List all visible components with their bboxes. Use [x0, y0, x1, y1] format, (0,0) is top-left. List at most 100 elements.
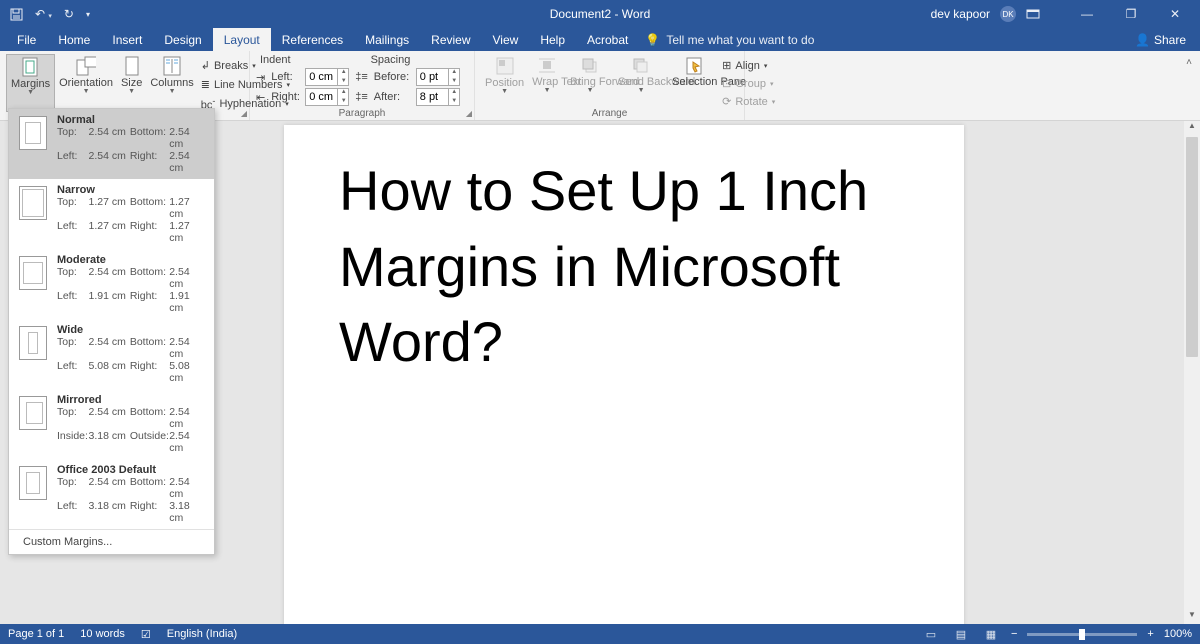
chevron-down-icon: ▼ — [27, 89, 34, 96]
tab-references[interactable]: References — [271, 28, 354, 51]
page-setup-launcher-icon[interactable]: ◢ — [241, 109, 247, 118]
margins-option-normal[interactable]: NormalTop:2.54 cmBottom:2.54 cmLeft:2.54… — [9, 109, 214, 179]
margins-dropdown: NormalTop:2.54 cmBottom:2.54 cmLeft:2.54… — [8, 108, 215, 555]
margin-preset-name: Normal — [57, 114, 206, 126]
close-icon[interactable]: ✕ — [1158, 7, 1192, 21]
tab-layout[interactable]: Layout — [213, 28, 271, 51]
custom-margins-button[interactable]: Custom Margins... — [9, 529, 214, 554]
align-button[interactable]: ⊞Align ▾ — [722, 57, 775, 74]
tab-mailings[interactable]: Mailings — [354, 28, 420, 51]
margins-option-moderate[interactable]: ModerateTop:2.54 cmBottom:2.54 cmLeft:1.… — [9, 249, 214, 319]
read-mode-icon[interactable]: ▭ — [921, 627, 941, 641]
scroll-up-icon[interactable]: ▲ — [1184, 121, 1200, 135]
wrap-icon — [537, 56, 557, 76]
minimize-icon[interactable]: — — [1070, 7, 1104, 21]
tab-review[interactable]: Review — [420, 28, 481, 51]
chevron-down-icon: ▼ — [83, 88, 90, 95]
tab-design[interactable]: Design — [153, 28, 212, 51]
bring-forward-button: Bring Forward▼ — [566, 54, 614, 110]
share-label: Share — [1154, 33, 1186, 47]
tab-help[interactable]: Help — [529, 28, 576, 51]
chevron-down-icon: ▼ — [128, 88, 135, 95]
word-count[interactable]: 10 words — [80, 628, 125, 640]
document-title: Document2 - Word — [550, 7, 650, 21]
tab-insert[interactable]: Insert — [101, 28, 153, 51]
maximize-icon[interactable]: ❐ — [1114, 7, 1148, 21]
align-label: Align — [735, 60, 759, 72]
ribbon-options-icon[interactable] — [1026, 9, 1060, 19]
web-layout-icon[interactable]: ▦ — [981, 627, 1001, 641]
margins-option-office-2003-default[interactable]: Office 2003 DefaultTop:2.54 cmBottom:2.5… — [9, 459, 214, 529]
columns-button[interactable]: Columns ▼ — [146, 54, 197, 112]
breaks-icon: ↲ — [201, 59, 210, 72]
wrap-text-button: Wrap Text▼ — [528, 54, 566, 110]
rotate-label: Rotate — [735, 96, 767, 108]
chevron-down-icon: ▼ — [169, 88, 176, 95]
zoom-in-icon[interactable]: + — [1147, 628, 1153, 640]
tab-acrobat[interactable]: Acrobat — [576, 28, 639, 51]
spell-check-icon[interactable]: ☑ — [141, 628, 151, 641]
margin-preset-name: Moderate — [57, 254, 206, 266]
indent-right-label: Right: — [271, 91, 299, 103]
share-icon: 👤 — [1135, 33, 1150, 47]
chevron-down-icon: ▾ — [764, 62, 768, 70]
qat-customize-icon[interactable]: ▾ — [86, 10, 90, 19]
chevron-down-icon: ▾ — [772, 98, 776, 106]
margins-button[interactable]: Margins ▼ — [6, 54, 55, 112]
margin-preset-name: Wide — [57, 324, 206, 336]
redo-icon[interactable]: ↻ — [64, 7, 74, 21]
tell-me-label: Tell me what you want to do — [666, 33, 814, 47]
page-indicator[interactable]: Page 1 of 1 — [8, 628, 64, 640]
orientation-button[interactable]: Orientation ▼ — [55, 54, 117, 112]
margin-preset-icon — [19, 186, 47, 220]
group-label-arrange: Arrange — [475, 108, 744, 119]
margin-preset-name: Mirrored — [57, 394, 206, 406]
chevron-down-icon: ▾ — [770, 80, 774, 88]
title-bar: ↶ ▾ ↻ ▾ Document2 - Word dev kapoor DK —… — [0, 0, 1200, 28]
user-name[interactable]: dev kapoor — [931, 7, 990, 21]
scrollbar-thumb[interactable] — [1186, 137, 1198, 357]
scroll-down-icon[interactable]: ▼ — [1184, 610, 1200, 624]
tab-file[interactable]: File — [6, 28, 47, 51]
indent-right-icon: ⇤ — [256, 91, 265, 104]
group-btn-label: Group — [735, 78, 766, 90]
bring-forward-icon — [580, 56, 600, 76]
spinner-icon[interactable]: ▲▼ — [337, 88, 349, 106]
indent-header: Indent — [260, 54, 291, 66]
spacing-before-icon: ‡≡ — [355, 71, 368, 83]
paragraph-launcher-icon[interactable]: ◢ — [466, 109, 472, 118]
share-button[interactable]: 👤 Share — [1121, 28, 1200, 51]
margins-option-narrow[interactable]: NarrowTop:1.27 cmBottom:1.27 cmLeft:1.27… — [9, 179, 214, 249]
orientation-icon — [76, 56, 96, 76]
save-icon[interactable] — [10, 8, 23, 21]
selection-pane-button[interactable]: Selection Pane — [668, 54, 720, 110]
size-button[interactable]: Size ▼ — [117, 54, 146, 112]
status-bar: Page 1 of 1 10 words ☑ English (India) ▭… — [0, 624, 1200, 644]
spinner-icon[interactable]: ▲▼ — [448, 88, 460, 106]
group-button: ⊡ Group ▾ — [722, 75, 775, 92]
page[interactable]: How to Set Up 1 Inch Margins in Microsof… — [284, 125, 964, 624]
print-layout-icon[interactable]: ▤ — [951, 627, 971, 641]
language-indicator[interactable]: English (India) — [167, 628, 237, 640]
collapse-ribbon-icon[interactable]: ˄ — [1186, 57, 1192, 68]
margins-icon — [21, 57, 41, 77]
vertical-scrollbar[interactable]: ▲ ▼ — [1184, 121, 1200, 624]
margins-option-mirrored[interactable]: MirroredTop:2.54 cmBottom:2.54 cmInside:… — [9, 389, 214, 459]
zoom-out-icon[interactable]: − — [1011, 628, 1017, 640]
tell-me-search[interactable]: 💡 Tell me what you want to do — [645, 28, 814, 51]
spinner-icon[interactable]: ▲▼ — [448, 68, 460, 86]
zoom-slider[interactable] — [1027, 633, 1137, 636]
indent-left-icon: ⇥ — [256, 71, 265, 84]
indent-left-label: Left: — [271, 71, 299, 83]
margins-option-wide[interactable]: WideTop:2.54 cmBottom:2.54 cmLeft:5.08 c… — [9, 319, 214, 389]
position-button: Position▼ — [481, 54, 528, 110]
user-avatar[interactable]: DK — [1000, 6, 1016, 22]
tab-view[interactable]: View — [482, 28, 530, 51]
margin-preset-icon — [19, 326, 47, 360]
tab-home[interactable]: Home — [47, 28, 101, 51]
spinner-icon[interactable]: ▲▼ — [337, 68, 349, 86]
document-text[interactable]: How to Set Up 1 Inch Margins in Microsof… — [339, 153, 909, 380]
undo-icon[interactable]: ↶ ▾ — [35, 7, 52, 21]
group-icon: ⊡ — [722, 77, 731, 90]
zoom-level[interactable]: 100% — [1164, 628, 1192, 640]
